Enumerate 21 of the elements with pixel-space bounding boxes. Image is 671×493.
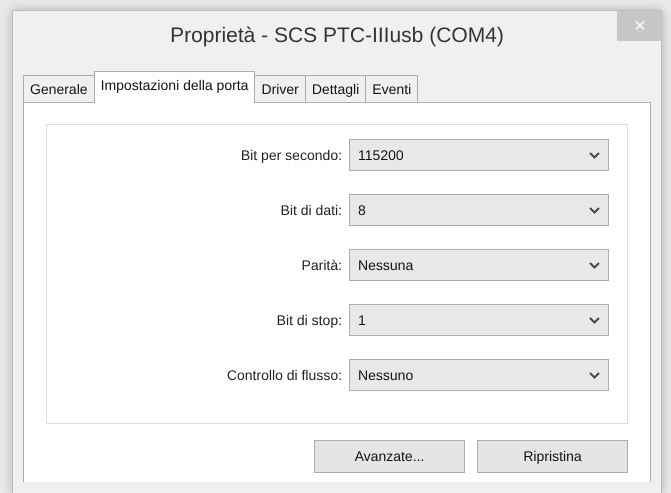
chevron-down-icon [589,152,600,158]
dropdown[interactable]: 1 [349,304,609,336]
chevron-down-icon [589,316,600,324]
dialog-button[interactable]: Ripristina [477,440,628,473]
window-title: Proprietà - SCS PTC-IIIusb (COM4) [170,23,504,49]
tab[interactable]: Impostazioni della porta [94,71,256,103]
dropdown[interactable]: 8 [349,194,609,226]
tab[interactable]: Eventi [365,75,418,102]
field-label: Bit di stop: [276,310,342,330]
dropdown[interactable]: Nessuna [349,249,609,281]
chevron-down-icon [589,206,600,214]
field-label: Bit per secondo: [240,146,342,165]
chevron-down-icon [589,372,600,378]
field-label: Bit di dati: [280,200,342,220]
dropdown[interactable]: Nessuno [349,359,609,391]
field-label: Controllo di flusso: [226,366,342,384]
chevron-down-icon [589,262,600,268]
field-label: Parità: [302,256,342,274]
dropdown[interactable]: 115200 [349,139,609,171]
tab[interactable]: Generale [23,75,95,102]
dialog-button[interactable]: Avanzate... [314,440,465,473]
